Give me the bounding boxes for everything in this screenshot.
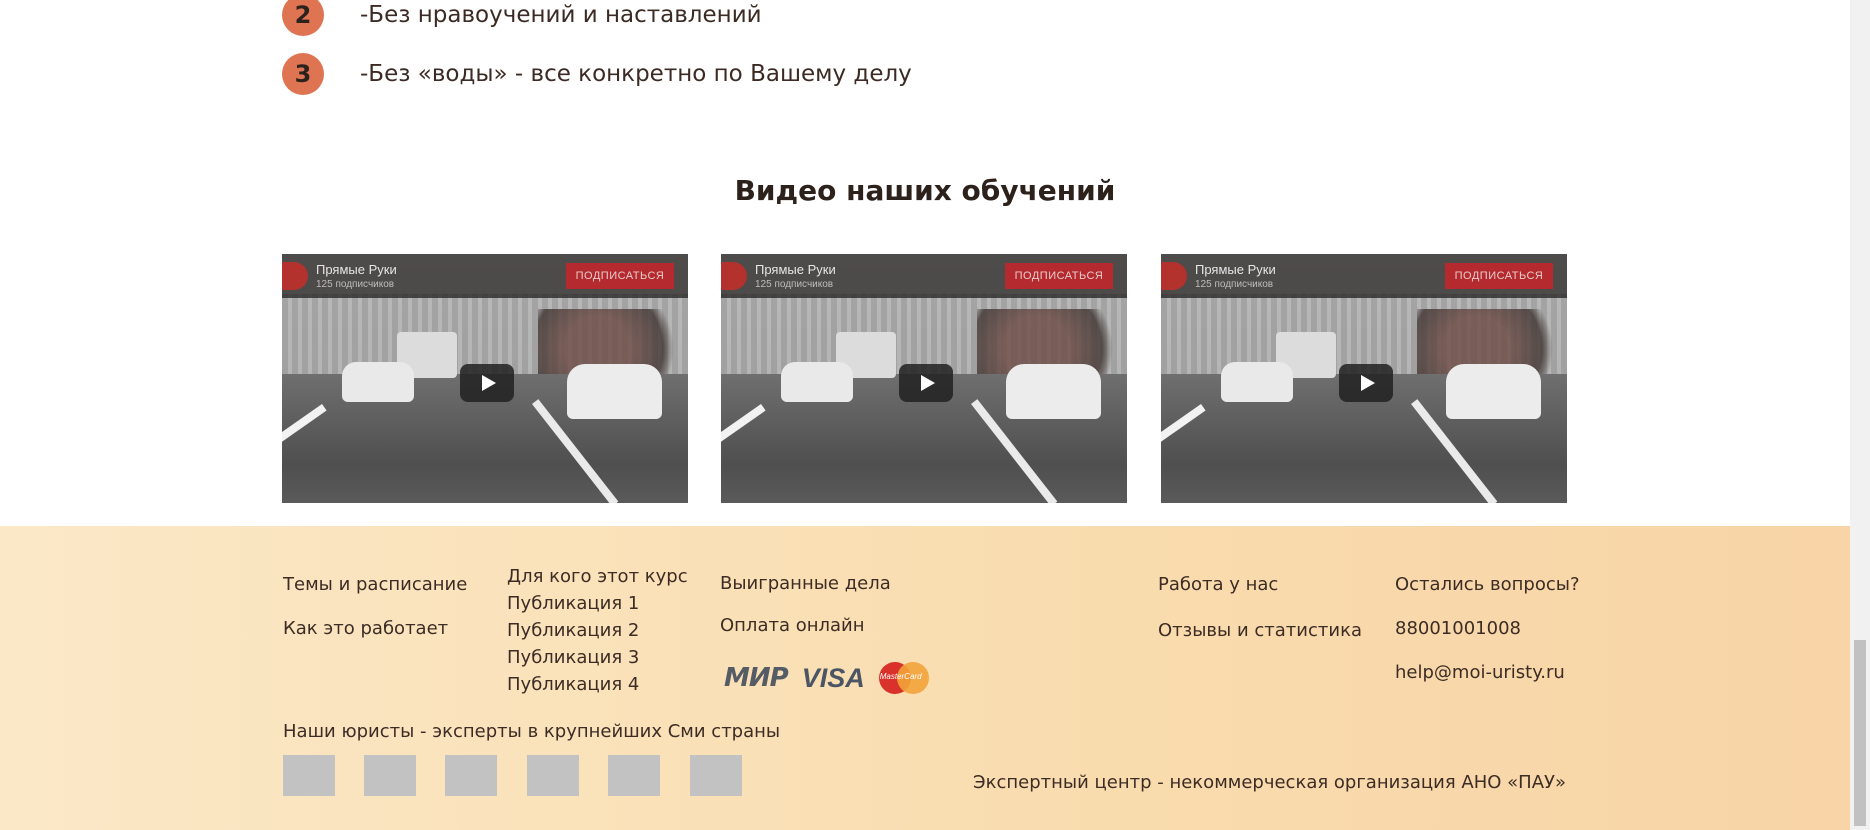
footer-link-publication-4[interactable]: Публикация 4	[507, 674, 639, 695]
channel-logo-icon	[282, 262, 308, 290]
video-thumbnail-2[interactable]: Прямые Руки 125 подписчиков ПОДПИСАТЬСЯ	[721, 254, 1127, 503]
channel-subscribers: 125 подписчиков	[755, 279, 834, 290]
footer-link-reviews[interactable]: Отзывы и статистика	[1158, 620, 1362, 641]
visa-logo: VISA	[801, 662, 865, 693]
mir-logo: МИР	[724, 663, 789, 693]
channel-name[interactable]: Прямые Руки	[316, 262, 397, 277]
subscribe-button[interactable]: ПОДПИСАТЬСЯ	[566, 263, 674, 289]
footer-link-won-cases[interactable]: Выигранные дела	[720, 573, 891, 594]
video-image-car	[1006, 364, 1101, 419]
vertical-scrollbar[interactable]	[1850, 0, 1870, 830]
channel-name[interactable]: Прямые Руки	[1195, 262, 1276, 277]
video-image-car	[1221, 362, 1293, 402]
footer-link-topics[interactable]: Темы и расписание	[283, 574, 467, 595]
play-button[interactable]	[460, 364, 514, 402]
benefit-text: -Без нравоучений и наставлений	[360, 2, 762, 28]
media-logo[interactable]	[445, 755, 497, 796]
payment-logos: МИР VISA MasterCard	[724, 662, 929, 694]
contact-email[interactable]: help@moi-uristy.ru	[1395, 662, 1565, 683]
footer-link-careers[interactable]: Работа у нас	[1158, 574, 1278, 595]
media-logo[interactable]	[608, 755, 660, 796]
channel-logo-icon	[1161, 262, 1187, 290]
number-badge: 2	[282, 0, 324, 36]
channel-subscribers: 125 подписчиков	[1195, 279, 1274, 290]
video-image-car	[781, 362, 853, 402]
footer-link-online-payment[interactable]: Оплата онлайн	[720, 615, 865, 636]
page: 2 -Без нравоучений и наставлений 3 -Без …	[0, 0, 1870, 830]
media-logo[interactable]	[690, 755, 742, 796]
video-channel-bar: Прямые Руки 125 подписчиков ПОДПИСАТЬСЯ	[282, 254, 688, 298]
video-image-car	[567, 364, 662, 419]
contact-phone[interactable]: 88001001008	[1395, 618, 1521, 639]
footer-link-how-it-works[interactable]: Как это работает	[283, 618, 448, 639]
play-button[interactable]	[899, 364, 953, 402]
play-icon	[920, 375, 935, 391]
channel-subscribers: 125 подписчиков	[316, 279, 395, 290]
videos-section-title: Видео наших обучений	[734, 174, 1116, 207]
media-logo[interactable]	[527, 755, 579, 796]
play-button[interactable]	[1339, 364, 1393, 402]
subscribe-button[interactable]: ПОДПИСАТЬСЯ	[1445, 263, 1553, 289]
media-title: Наши юристы - эксперты в крупнейших Сми …	[283, 721, 781, 742]
footer-link-publication-1[interactable]: Публикация 1	[507, 593, 639, 614]
video-channel-bar: Прямые Руки 125 подписчиков ПОДПИСАТЬСЯ	[721, 254, 1127, 298]
subscribe-button[interactable]: ПОДПИСАТЬСЯ	[1005, 263, 1113, 289]
video-channel-bar: Прямые Руки 125 подписчиков ПОДПИСАТЬСЯ	[1161, 254, 1567, 298]
benefit-item-3: 3 -Без «воды» - все конкретно по Вашему …	[282, 53, 912, 95]
number-badge: 3	[282, 53, 324, 95]
mastercard-logo: MasterCard	[878, 662, 929, 694]
scrollbar-thumb[interactable]	[1854, 640, 1866, 826]
organization-info: Экспертный центр - некоммерческая органи…	[973, 772, 1566, 793]
footer-link-publication-2[interactable]: Публикация 2	[507, 620, 639, 641]
channel-logo-icon	[721, 262, 747, 290]
footer: Темы и расписание Как это работает Для к…	[0, 526, 1850, 830]
footer-link-audience[interactable]: Для кого этот курс	[507, 566, 688, 587]
play-icon	[481, 375, 496, 391]
contacts-question: Остались вопросы?	[1395, 574, 1580, 595]
video-image-car	[342, 362, 414, 402]
main-content: 2 -Без нравоучений и наставлений 3 -Без …	[0, 0, 1850, 526]
channel-name[interactable]: Прямые Руки	[755, 262, 836, 277]
video-thumbnail-1[interactable]: Прямые Руки 125 подписчиков ПОДПИСАТЬСЯ	[282, 254, 688, 503]
benefit-text: -Без «воды» - все конкретно по Вашему де…	[360, 61, 912, 87]
video-image-car	[1446, 364, 1541, 419]
play-icon	[1360, 375, 1375, 391]
video-thumbnail-3[interactable]: Прямые Руки 125 подписчиков ПОДПИСАТЬСЯ	[1161, 254, 1567, 503]
benefit-item-2: 2 -Без нравоучений и наставлений	[282, 0, 762, 36]
media-logo[interactable]	[283, 755, 335, 796]
footer-link-publication-3[interactable]: Публикация 3	[507, 647, 639, 668]
media-logo[interactable]	[364, 755, 416, 796]
